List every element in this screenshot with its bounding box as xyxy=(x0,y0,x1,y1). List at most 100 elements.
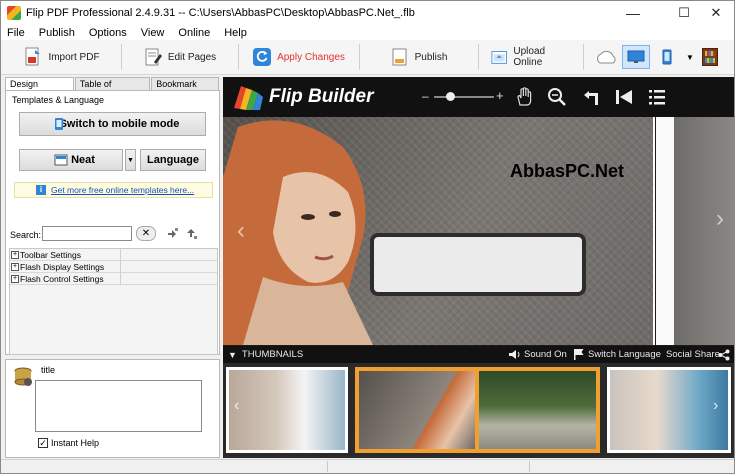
thumbnail-image xyxy=(359,371,475,449)
thumbnail-page-4[interactable]: › xyxy=(607,367,731,453)
switch-language-label[interactable]: Switch Language xyxy=(588,349,661,360)
thumbnail-bar: ▼ THUMBNAILS Sound On Switch Language So… xyxy=(223,346,734,363)
zoom-in-button[interactable]: + xyxy=(496,88,504,103)
title-bar: Flip PDF Professional 2.4.9.31 -- C:\Use… xyxy=(1,1,734,25)
tree-row-toolbar-settings[interactable]: + Toolbar Settings xyxy=(10,248,217,261)
publish-label: Publish xyxy=(414,51,448,63)
page-edge xyxy=(656,117,674,345)
phone-icon xyxy=(55,118,63,130)
upload-online-button[interactable]: Upload Online xyxy=(485,42,577,72)
speech-bubble-box xyxy=(370,233,586,296)
mobile-view-button[interactable] xyxy=(656,45,678,69)
zoom-search-icon[interactable] xyxy=(547,87,567,107)
next-page-preview: › xyxy=(656,117,734,345)
template-button[interactable]: Neat xyxy=(19,149,123,171)
search-label: Search: xyxy=(10,230,42,240)
publish-button[interactable]: Publish xyxy=(366,42,472,72)
cloud-icon[interactable] xyxy=(594,49,618,65)
templates-language-label: Templates & Language xyxy=(12,95,105,105)
publish-icon xyxy=(392,48,407,66)
menu-options[interactable]: Options xyxy=(82,27,134,39)
thumbnail-image xyxy=(229,370,345,450)
thumbnails-label: THUMBNAILS xyxy=(241,349,304,360)
book-page: ‹ AbbasPC.Net xyxy=(223,117,655,345)
thumbnail-page-2-3-selected[interactable] xyxy=(355,367,600,453)
close-button[interactable]: ✕ xyxy=(696,1,735,25)
desktop-view-button[interactable] xyxy=(622,45,650,69)
sound-icon[interactable] xyxy=(508,349,522,360)
menu-help[interactable]: Help xyxy=(217,27,254,39)
expand-icon[interactable]: + xyxy=(11,262,19,271)
thumbnail-prev-arrow[interactable]: ‹ xyxy=(234,397,239,415)
menu-bar: File Publish Options View Online Help xyxy=(1,25,734,40)
menu-publish[interactable]: Publish xyxy=(32,27,82,39)
tab-bookmark-tabs[interactable]: Bookmark Tabs xyxy=(151,77,220,101)
menu-online[interactable]: Online xyxy=(171,27,217,39)
apply-changes-button[interactable]: Apply Changes xyxy=(245,42,353,72)
toolbar-separator xyxy=(238,44,239,70)
tree-item-label: Flash Control Settings xyxy=(20,273,104,284)
thumbnail-next-arrow[interactable]: › xyxy=(713,397,718,415)
clear-search-button[interactable]: ✕ xyxy=(136,226,156,241)
thumbnail-page-1[interactable]: ‹ xyxy=(226,367,348,453)
share-icon[interactable] xyxy=(718,349,730,361)
zoom-out-button[interactable]: – xyxy=(422,89,429,103)
column-divider xyxy=(120,260,121,273)
toolbar-separator xyxy=(359,44,360,70)
edit-pages-button[interactable]: Edit Pages xyxy=(128,42,232,72)
switch-mobile-mode-button[interactable]: Switch to mobile mode xyxy=(19,112,206,136)
tab-design-settings[interactable]: Design Settings xyxy=(5,77,74,101)
previous-page-arrow[interactable]: ‹ xyxy=(237,217,245,245)
help-panel: title ✓ Instant Help xyxy=(5,359,220,458)
sound-on-label[interactable]: Sound On xyxy=(524,349,567,360)
phone-icon xyxy=(662,49,672,65)
more-templates-banner: i Get more free online templates here... xyxy=(14,182,213,198)
design-settings-panel: Templates & Language Switch to mobile mo… xyxy=(5,90,220,355)
import-pdf-button[interactable]: Import PDF xyxy=(9,42,115,72)
import-pdf-label: Import PDF xyxy=(48,51,100,63)
minimize-button[interactable]: — xyxy=(613,1,653,25)
menu-view[interactable]: View xyxy=(134,27,172,39)
tab-table-of-contents[interactable]: Table of Contents xyxy=(74,77,151,101)
menu-icon[interactable] xyxy=(648,89,666,105)
tree-row-flash-control-settings[interactable]: + Flash Control Settings xyxy=(10,272,217,285)
zoom-slider[interactable] xyxy=(434,92,494,101)
monitor-icon xyxy=(627,50,645,63)
collapse-thumbnails-icon[interactable]: ▼ xyxy=(228,350,237,360)
view-dropdown-arrow[interactable]: ▼ xyxy=(682,53,698,62)
language-button[interactable]: Language xyxy=(140,149,206,171)
import-pdf-icon xyxy=(25,47,41,66)
zoom-slider-knob[interactable] xyxy=(446,92,455,101)
column-divider xyxy=(120,248,121,261)
help-text-area[interactable] xyxy=(35,380,202,432)
social-share-label[interactable]: Social Share xyxy=(666,349,720,360)
instant-help-checkbox[interactable]: ✓ xyxy=(38,438,48,448)
database-icon xyxy=(14,367,32,386)
template-name: Neat xyxy=(71,154,95,166)
left-panel: Design Settings Table of Contents Bookma… xyxy=(5,77,220,458)
back-arrow-icon[interactable] xyxy=(583,88,601,106)
thumbnail-image xyxy=(610,370,728,450)
hand-tool-icon[interactable] xyxy=(515,87,533,107)
menu-file[interactable]: File xyxy=(1,27,32,39)
more-templates-link[interactable]: Get more free online templates here... xyxy=(51,185,194,195)
expand-all-icon[interactable] xyxy=(166,227,180,241)
toolbar-separator xyxy=(583,44,584,70)
thumbnail-image xyxy=(479,371,596,449)
tree-row-flash-display-settings[interactable]: + Flash Display Settings xyxy=(10,260,217,273)
app-logo-icon xyxy=(7,6,21,20)
first-page-icon[interactable] xyxy=(615,89,633,105)
thumbnail-strip: ‹ › xyxy=(223,363,734,458)
flag-icon[interactable] xyxy=(573,348,585,360)
viewer-toolbar: Flip Builder – + xyxy=(223,77,734,117)
search-input[interactable] xyxy=(42,226,132,241)
collapse-all-icon[interactable] xyxy=(184,227,198,241)
column-divider xyxy=(120,272,121,285)
template-dropdown-arrow[interactable]: ▼ xyxy=(125,149,136,171)
expand-icon[interactable]: + xyxy=(11,250,19,259)
expand-icon[interactable]: + xyxy=(11,274,19,283)
bookshelf-icon[interactable] xyxy=(702,48,718,66)
toolbar-separator xyxy=(478,44,479,70)
next-page-arrow[interactable]: › xyxy=(716,205,724,233)
book-preview: Flip Builder – + ‹ AbbasPC.Net › ▼ THUMB… xyxy=(223,77,734,458)
